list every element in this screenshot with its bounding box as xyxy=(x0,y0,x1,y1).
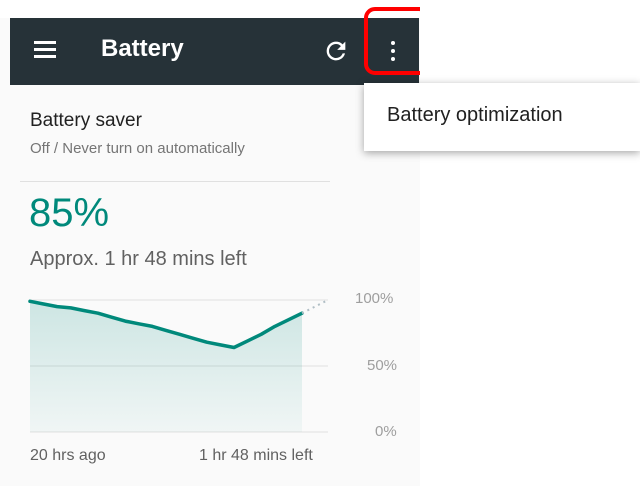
overflow-menu-item[interactable]: Battery optimization xyxy=(364,83,640,151)
app-toolbar: Battery xyxy=(10,18,419,85)
battery-screen: Battery Battery saver Off / Never turn o… xyxy=(0,0,420,486)
battery-projection-line xyxy=(301,299,329,315)
y-tick-label-100: 100% xyxy=(355,290,394,307)
x-end-label: 1 hr 48 mins left xyxy=(199,447,313,464)
y-tick-label-50: 50% xyxy=(367,357,398,374)
overflow-highlight-box xyxy=(364,7,420,75)
battery-area-fill xyxy=(30,301,302,432)
hamburger-menu-icon[interactable] xyxy=(34,41,56,59)
battery-card: Battery saver Off / Never turn on automa… xyxy=(10,85,419,486)
page-title: Battery xyxy=(101,35,184,62)
battery-history-chart xyxy=(28,299,329,433)
status-area xyxy=(0,0,420,18)
refresh-icon[interactable] xyxy=(322,37,350,65)
x-start-label: 20 hrs ago xyxy=(30,447,106,464)
battery-optimization-label: Battery optimization xyxy=(387,104,563,126)
y-tick-label-0: 0% xyxy=(375,423,397,440)
